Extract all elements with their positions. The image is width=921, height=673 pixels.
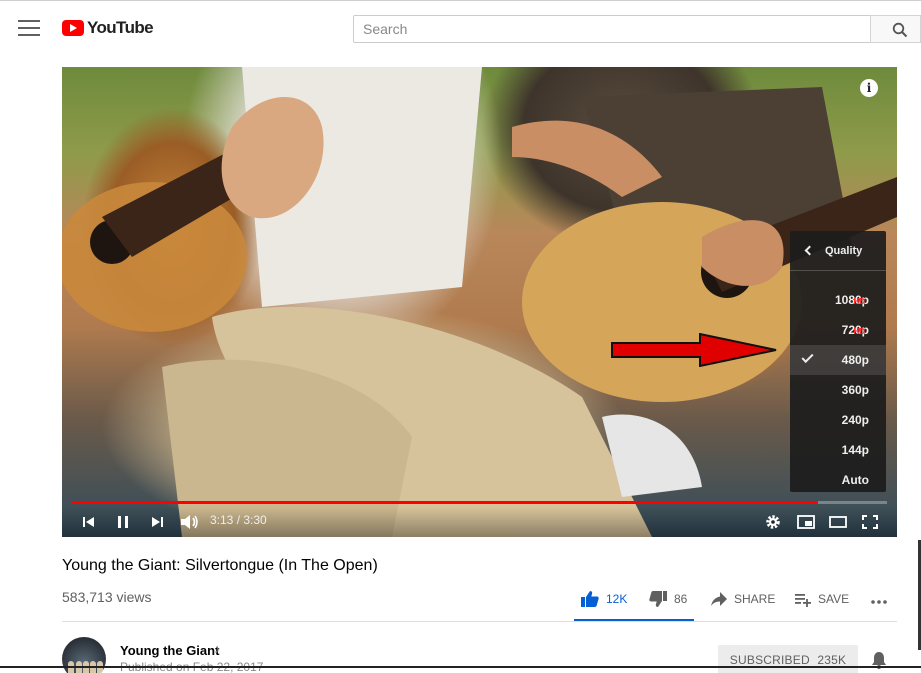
share-label: SHARE xyxy=(734,592,776,606)
subscriber-count: 235K xyxy=(817,653,847,667)
share-button[interactable]: SHARE xyxy=(710,589,775,609)
annotation-arrow xyxy=(611,333,777,367)
bottom-border xyxy=(0,666,921,668)
more-horizontal-icon xyxy=(871,600,887,604)
subscribe-label: SUBSCRIBED xyxy=(729,653,810,667)
chevron-left-icon xyxy=(804,245,815,256)
fullscreen-icon[interactable] xyxy=(860,511,880,533)
hd-badge: HD xyxy=(853,297,865,306)
progress-played xyxy=(72,501,818,504)
pause-icon[interactable] xyxy=(114,511,132,533)
theater-mode-icon[interactable] xyxy=(828,511,848,533)
music-note-icon: ♪ xyxy=(214,642,220,656)
progress-bar[interactable] xyxy=(72,501,887,504)
quality-option[interactable]: 240p xyxy=(790,405,886,435)
quality-menu-title: Quality xyxy=(825,244,863,257)
search-input[interactable]: Search xyxy=(353,15,871,43)
volume-icon[interactable] xyxy=(178,511,200,533)
channel-name[interactable]: Young the Giant xyxy=(120,643,219,658)
thumbs-up-icon xyxy=(581,591,599,607)
hamburger-menu-icon[interactable] xyxy=(18,20,40,36)
quality-option[interactable]: 1080p HD xyxy=(790,285,886,315)
previous-icon[interactable] xyxy=(80,511,98,533)
thumbs-down-icon xyxy=(649,591,667,607)
playlist-add-icon xyxy=(795,594,811,607)
checkmark-icon xyxy=(801,350,814,364)
dislike-count: 86 xyxy=(674,592,688,606)
quality-option[interactable]: 480p xyxy=(790,345,886,375)
divider xyxy=(62,621,897,622)
search-icon xyxy=(892,22,908,38)
quality-option-label: 144p xyxy=(841,443,869,457)
youtube-play-icon xyxy=(62,20,84,36)
view-count: 583,713 views xyxy=(62,589,152,605)
like-count: 12K xyxy=(606,592,628,606)
masthead: YouTube Search xyxy=(0,1,921,54)
quality-option[interactable]: 720p HD xyxy=(790,315,886,345)
video-frame xyxy=(62,67,897,537)
quality-option[interactable]: Auto xyxy=(790,465,886,495)
player-controls: 3:13 / 3:30 xyxy=(62,507,897,537)
hd-badge: HD xyxy=(853,327,865,336)
like-button[interactable]: 12K xyxy=(580,589,627,609)
save-button[interactable]: SAVE xyxy=(794,589,849,609)
quality-option-label: 240p xyxy=(841,413,869,427)
settings-gear-icon[interactable] xyxy=(764,511,782,533)
subscribed-button[interactable]: SUBSCRIBED 235K xyxy=(718,645,858,673)
quality-menu-header[interactable]: Quality xyxy=(790,231,886,271)
time-display: 3:13 / 3:30 xyxy=(210,513,267,527)
quality-option-label: 360p xyxy=(841,383,869,397)
video-title: Young the Giant: Silvertongue (In The Op… xyxy=(62,557,378,574)
save-label: SAVE xyxy=(818,592,850,606)
video-player[interactable]: i Quality 1080p HD 720p HD 480p 360p 240p 144p A… xyxy=(62,67,897,537)
search-button[interactable] xyxy=(870,15,921,43)
quality-option-label: Auto xyxy=(841,473,869,487)
share-arrow-icon xyxy=(711,592,727,606)
dislike-button[interactable]: 86 xyxy=(648,589,687,609)
info-icon[interactable]: i xyxy=(860,79,878,97)
youtube-logo[interactable]: YouTube xyxy=(62,17,154,39)
miniplayer-icon[interactable] xyxy=(796,511,816,533)
quality-option[interactable]: 144p xyxy=(790,435,886,465)
quality-option-label: 480p xyxy=(841,353,869,367)
next-icon[interactable] xyxy=(148,511,166,533)
more-actions-button[interactable] xyxy=(870,589,888,609)
logo-text: YouTube xyxy=(87,18,154,37)
quality-menu[interactable]: Quality 1080p HD 720p HD 480p 360p 240p 144p Aut… xyxy=(790,231,886,492)
quality-option[interactable]: 360p xyxy=(790,375,886,405)
